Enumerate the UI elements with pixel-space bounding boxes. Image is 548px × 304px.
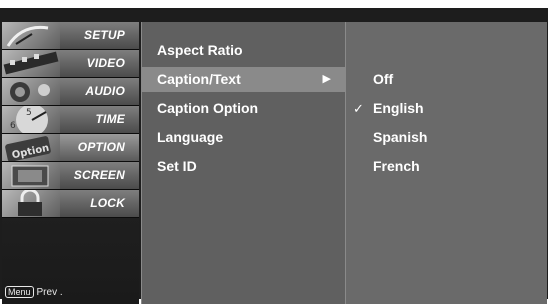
option-english[interactable]: ✓ English bbox=[346, 96, 547, 121]
menu-label-time: TIME bbox=[95, 112, 125, 126]
clock-icon: 65 bbox=[2, 106, 60, 133]
menu-item-time[interactable]: 65 TIME bbox=[2, 106, 139, 134]
option-spanish[interactable]: Spanish bbox=[346, 125, 547, 150]
menu-item-audio[interactable]: AUDIO bbox=[2, 78, 139, 106]
menu-label-video: VIDEO bbox=[86, 56, 125, 70]
svg-text:6: 6 bbox=[10, 121, 16, 131]
submenu-item-language[interactable]: Language bbox=[142, 125, 345, 150]
satellite-dish-icon bbox=[2, 22, 60, 49]
option-label: Off bbox=[373, 71, 394, 87]
menu-key-icon: Menu bbox=[5, 286, 34, 298]
submenu-item-set-id[interactable]: Set ID bbox=[142, 154, 345, 179]
menu-item-option[interactable]: Option OPTION bbox=[2, 134, 139, 162]
menu-label-audio: AUDIO bbox=[85, 84, 125, 98]
menu-footer: Menu Prev . bbox=[5, 286, 63, 298]
submenu-label: Caption Option bbox=[157, 100, 259, 116]
film-reel-icon bbox=[2, 50, 60, 77]
submenu-item-caption-text[interactable]: Caption/Text ▶ bbox=[142, 67, 345, 92]
submenu-label: Aspect Ratio bbox=[157, 42, 243, 58]
submenu-label: Set ID bbox=[157, 158, 197, 174]
menu-label-lock: LOCK bbox=[90, 196, 125, 210]
chevron-right-icon: ▶ bbox=[322, 73, 331, 85]
svg-text:5: 5 bbox=[26, 108, 32, 118]
menu-label-setup: SETUP bbox=[83, 28, 125, 42]
submenu-item-aspect-ratio[interactable]: Aspect Ratio bbox=[142, 38, 345, 63]
caption-options-panel: Off ✓ English Spanish French bbox=[346, 22, 547, 304]
option-submenu: Aspect Ratio Caption/Text ▶ Caption Opti… bbox=[141, 22, 346, 304]
submenu-label: Caption/Text bbox=[157, 71, 241, 87]
option-label: English bbox=[373, 100, 424, 116]
monitor-icon bbox=[2, 162, 60, 189]
check-icon: ✓ bbox=[353, 101, 364, 116]
menu-item-video[interactable]: VIDEO bbox=[2, 50, 139, 78]
tv-osd-screen: SETUP VIDEO AUDIO 65 TIME Option OPTION bbox=[0, 8, 548, 304]
option-french[interactable]: French bbox=[346, 154, 547, 179]
menu-item-setup[interactable]: SETUP bbox=[2, 22, 139, 50]
prev-hint: Prev . bbox=[36, 287, 63, 298]
menu-label-option: OPTION bbox=[77, 140, 125, 154]
speaker-icon bbox=[2, 78, 60, 105]
submenu-label: Language bbox=[157, 129, 224, 145]
main-menu: SETUP VIDEO AUDIO 65 TIME Option OPTION bbox=[2, 22, 139, 304]
menu-label-screen: SCREEN bbox=[73, 168, 125, 182]
padlock-icon bbox=[2, 190, 60, 217]
option-badge-icon: Option bbox=[2, 134, 60, 161]
menu-item-screen[interactable]: SCREEN bbox=[2, 162, 139, 190]
option-off[interactable]: Off bbox=[346, 67, 547, 92]
option-label: Spanish bbox=[373, 129, 428, 145]
submenu-item-caption-option[interactable]: Caption Option bbox=[142, 96, 345, 121]
option-label: French bbox=[373, 158, 420, 174]
menu-item-lock[interactable]: LOCK bbox=[2, 190, 139, 218]
